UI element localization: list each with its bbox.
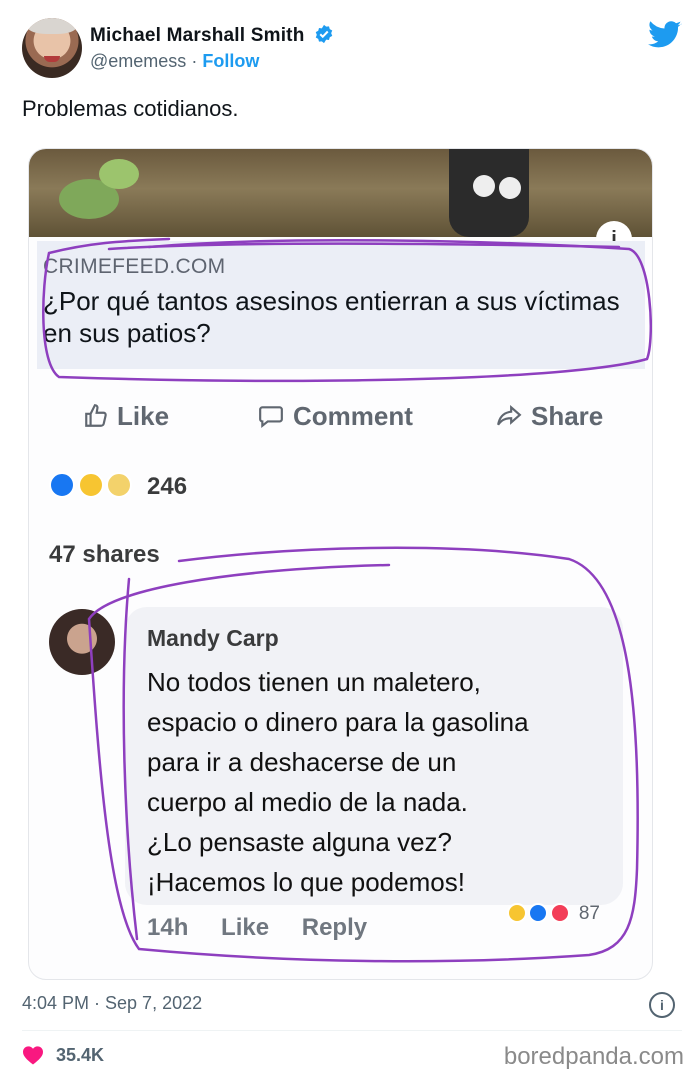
- haha-reaction-icon: [507, 903, 527, 923]
- embedded-image[interactable]: i CRIMEFEED.COM ¿Por qué tantos asesinos…: [28, 148, 653, 980]
- comment-reactions[interactable]: 87: [507, 903, 600, 925]
- author-avatar[interactable]: [22, 18, 82, 78]
- share-label: Share: [531, 401, 604, 431]
- photo-glove: [473, 175, 495, 197]
- article-photo: [29, 149, 652, 237]
- comment-like-button[interactable]: Like: [221, 914, 269, 941]
- twitter-bird-icon[interactable]: [648, 20, 682, 50]
- share-button[interactable]: Share: [495, 401, 603, 432]
- link-headline[interactable]: ¿Por qué tantos asesinos entierran a sus…: [43, 285, 633, 349]
- comment-label: Comment: [293, 401, 413, 431]
- comment-icon: [259, 406, 283, 429]
- watermark: boredpanda.com: [503, 1043, 684, 1070]
- comment-line: para ir a deshacerse de un: [147, 747, 457, 777]
- reaction-count: 246: [147, 473, 188, 500]
- sad-reaction-icon: [106, 472, 133, 498]
- comment-line: espacio o dinero para la gasolina: [147, 707, 529, 737]
- commenter-name[interactable]: Mandy Carp: [147, 625, 279, 652]
- heart-icon[interactable]: [22, 1045, 44, 1065]
- tweet-text: Problemas cotidianos.: [22, 96, 239, 121]
- like-count-row[interactable]: 35.4K: [22, 1045, 104, 1066]
- author-name[interactable]: Michael Marshall Smith: [90, 25, 305, 46]
- follow-button[interactable]: Follow: [202, 51, 259, 71]
- verified-badge-icon: [315, 24, 333, 44]
- photo-leaf: [99, 159, 139, 189]
- comment-reaction-count: 87: [578, 903, 600, 924]
- comment-reply-button[interactable]: Reply: [302, 914, 367, 941]
- like-reaction-icon: [528, 903, 549, 923]
- handle-row: @ememess · Follow: [90, 51, 259, 72]
- author-name-row[interactable]: Michael Marshall Smith: [90, 24, 334, 47]
- thumbs-up-icon: [85, 404, 107, 427]
- comment-button[interactable]: Comment: [257, 401, 413, 432]
- like-label: Like: [117, 401, 170, 431]
- comment-text: No todos tienen un maletero, espacio o d…: [147, 662, 617, 902]
- like-reaction-icon: [49, 472, 75, 498]
- comment-line: ¿Lo pensaste alguna vez?: [147, 827, 452, 857]
- share-icon: [497, 404, 522, 426]
- comment-time[interactable]: 14h: [147, 914, 188, 941]
- post-actions: Like Comment Share: [29, 385, 652, 445]
- tweet-timestamp[interactable]: 4:04 PM · Sep 7, 2022: [22, 993, 202, 1014]
- avatar-mouth: [44, 56, 60, 62]
- wow-reaction-icon: [77, 472, 104, 498]
- commenter-avatar[interactable]: [49, 609, 115, 675]
- like-button[interactable]: Like: [83, 401, 169, 432]
- divider: [22, 1030, 682, 1031]
- comment-line: cuerpo al medio de la nada.: [147, 787, 468, 817]
- handle-separator: ·: [191, 51, 198, 71]
- like-count: 35.4K: [56, 1045, 105, 1065]
- info-icon[interactable]: i: [649, 992, 675, 1018]
- love-reaction-icon: [549, 903, 570, 923]
- reactions-summary[interactable]: 246: [49, 472, 187, 501]
- link-domain: CRIMEFEED.COM: [43, 255, 226, 278]
- avatar-hair: [28, 18, 76, 34]
- author-handle[interactable]: @ememess: [90, 51, 186, 71]
- photo-glove: [499, 177, 521, 199]
- comment-meta: 14h Like Reply: [147, 914, 393, 942]
- comment-line: ¡Hacemos lo que podemos!: [147, 867, 465, 897]
- comment-line: No todos tienen un maletero,: [147, 667, 481, 697]
- share-count[interactable]: 47 shares: [49, 541, 160, 569]
- tweet-header: Michael Marshall Smith @ememess · Follow: [22, 14, 682, 80]
